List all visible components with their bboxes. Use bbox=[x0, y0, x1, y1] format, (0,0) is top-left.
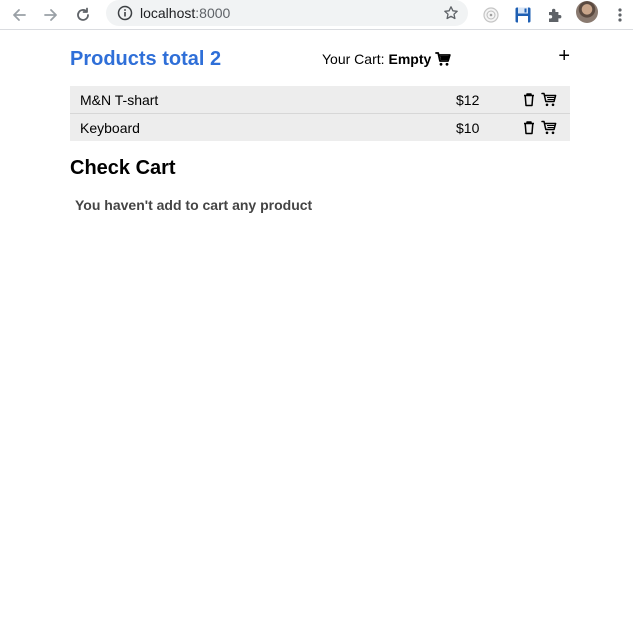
cart-icon bbox=[435, 52, 452, 66]
url-host: localhost bbox=[140, 5, 196, 21]
url-port: :8000 bbox=[195, 5, 231, 21]
browser-toolbar: localhost:8000 bbox=[0, 0, 633, 30]
cart-label: Your Cart: bbox=[322, 51, 385, 67]
check-cart-title: Check Cart bbox=[70, 157, 176, 179]
table-row: Keyboard $10 bbox=[70, 114, 570, 141]
products-title: Products total 2 bbox=[70, 48, 222, 70]
puzzle-icon[interactable] bbox=[544, 4, 566, 26]
empty-cart-message: You haven't add to cart any product bbox=[75, 197, 313, 213]
save-extension-icon[interactable] bbox=[512, 4, 534, 26]
product-price: $12 bbox=[456, 92, 480, 108]
timer-extension-icon[interactable] bbox=[480, 4, 502, 26]
kebab-menu-icon[interactable] bbox=[609, 4, 631, 26]
add-to-cart-icon[interactable] bbox=[541, 119, 557, 135]
url-text: localhost:8000 bbox=[140, 5, 230, 21]
trash-icon[interactable] bbox=[521, 119, 537, 135]
reload-icon bbox=[77, 7, 89, 21]
trash-icon[interactable] bbox=[521, 91, 537, 107]
product-name: M&N T-shart bbox=[80, 92, 159, 108]
app-container: Products total 2 Your Cart: Empty + M&N … bbox=[70, 40, 570, 213]
address-bar[interactable]: localhost:8000 bbox=[106, 0, 468, 26]
add-product-button[interactable]: + bbox=[558, 46, 570, 66]
cart-status[interactable]: Your Cart: Empty bbox=[322, 51, 452, 67]
cart-status-value: Empty bbox=[388, 51, 432, 67]
star-icon[interactable] bbox=[442, 4, 460, 22]
add-to-cart-icon[interactable] bbox=[541, 91, 557, 107]
arrow-left-icon bbox=[13, 9, 26, 21]
avatar[interactable] bbox=[576, 1, 598, 23]
back-button[interactable] bbox=[8, 4, 30, 26]
forward-button[interactable] bbox=[40, 4, 62, 26]
products-table: M&N T-shart $12 Keyboard $10 bbox=[70, 86, 570, 141]
product-price: $10 bbox=[456, 120, 480, 136]
header: Products total 2 Your Cart: Empty + bbox=[70, 40, 570, 80]
arrow-right-icon bbox=[44, 9, 57, 21]
table-row: M&N T-shart $12 bbox=[70, 86, 570, 114]
reload-button[interactable] bbox=[72, 4, 94, 26]
product-name: Keyboard bbox=[80, 120, 140, 136]
info-icon[interactable] bbox=[116, 4, 134, 22]
